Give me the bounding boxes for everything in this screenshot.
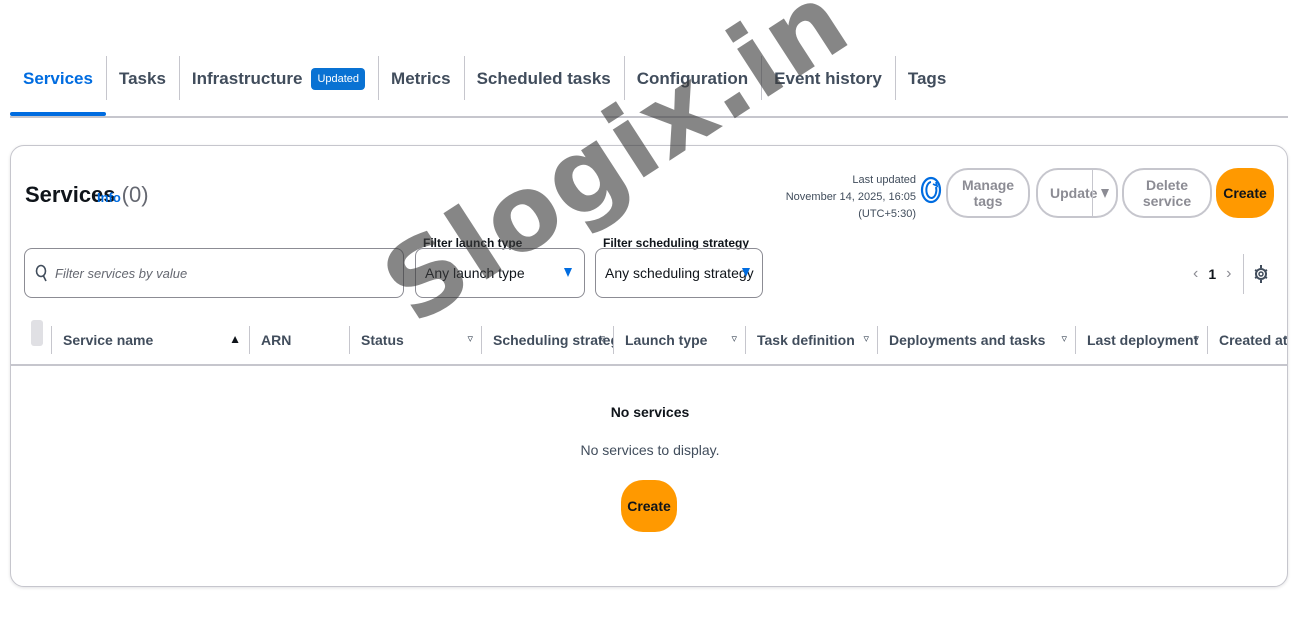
refresh-icon [920, 176, 942, 204]
sort-icon: ▿ [731, 333, 737, 345]
tab-scheduled-tasks[interactable]: Scheduled tasks [463, 50, 624, 108]
tab-infrastructure-label: Infrastructure [191, 69, 303, 88]
search-input[interactable] [55, 265, 375, 281]
next-page-icon[interactable]: › [1226, 265, 1231, 283]
scheduling-strategy-value: Any scheduling strategy [605, 265, 754, 281]
create-button[interactable]: Create [1216, 168, 1274, 218]
table-header: Service name ▲ ARN Status ▿ Scheduling s… [11, 314, 1288, 366]
sort-icon: ▿ [1285, 332, 1287, 345]
previous-page-icon[interactable]: ‹ [1193, 265, 1198, 283]
service-count: (0) [121, 182, 149, 207]
column-launch-type[interactable]: Launch type ▿ [613, 314, 745, 366]
column-label: Last deployment [1087, 332, 1199, 348]
column-label: Deployments and tasks [889, 332, 1046, 348]
column-label: ARN [261, 332, 292, 348]
empty-state-create-button[interactable]: Create [621, 480, 677, 532]
gear-icon [1255, 265, 1268, 283]
search-icon [35, 264, 47, 282]
sort-icon: ▿ [1193, 333, 1199, 345]
last-updated-label: Last updated [852, 174, 916, 186]
current-page[interactable]: 1 [1208, 266, 1216, 282]
column-label: Service name [63, 332, 154, 348]
tab-services[interactable]: Services [10, 50, 106, 116]
column-label: Scheduling strategy [493, 332, 613, 348]
column-created-at[interactable]: Created at ▿ [1207, 314, 1288, 366]
tab-metrics[interactable]: Metrics [378, 50, 464, 108]
panel-title: Services (0) [25, 182, 149, 208]
column-service-name[interactable]: Service name ▲ [51, 314, 249, 366]
last-updated-value: November 14, 2025, 16:05 (UTC+5:30) [785, 191, 916, 220]
tab-tasks-label: Tasks [118, 69, 166, 88]
tab-configuration[interactable]: Configuration [623, 50, 761, 108]
updated-badge: Updated [311, 68, 366, 90]
delete-service-button[interactable]: Delete service [1122, 168, 1212, 218]
sort-icon: ▿ [1061, 333, 1067, 345]
refresh-button[interactable] [919, 170, 943, 210]
empty-state-description: No services to display. [580, 442, 720, 458]
tab-bar: Services Tasks Infrastructure Updated Met… [10, 44, 1288, 118]
sort-icon: ▿ [599, 333, 605, 345]
launch-type-value: Any launch type [425, 265, 525, 281]
caret-down-icon [742, 268, 750, 277]
tab-event-history-label: Event history [774, 69, 882, 88]
info-link[interactable]: Info [97, 190, 121, 205]
tab-scheduled-tasks-label: Scheduled tasks [476, 69, 611, 88]
launch-type-select[interactable]: Any launch type [415, 248, 585, 298]
column-label: Task definition [757, 332, 855, 348]
column-task-definition[interactable]: Task definition ▿ [745, 314, 877, 366]
services-container: Services (0) Info Last updated November … [10, 145, 1288, 587]
caret-down-icon [564, 268, 572, 277]
empty-state-title: No services [610, 404, 690, 420]
sort-ascending-icon: ▲ [229, 332, 241, 346]
ecs-cluster-page: Services Tasks Infrastructure Updated Met… [0, 0, 1300, 630]
update-button[interactable]: Update [1036, 168, 1118, 218]
column-deployments-and-tasks[interactable]: Deployments and tasks ▿ [877, 314, 1075, 366]
manage-tags-button[interactable]: Manage tags [946, 168, 1030, 218]
column-arn: ARN [249, 314, 349, 366]
column-scheduling-strategy[interactable]: Scheduling strategy ▿ [481, 314, 613, 366]
tab-configuration-label: Configuration [636, 69, 749, 88]
tab-tags-label: Tags [907, 69, 947, 88]
pagination: ‹ 1 › [1193, 254, 1268, 294]
scheduling-strategy-select[interactable]: Any scheduling strategy [595, 248, 763, 298]
update-dropdown-toggle[interactable] [1092, 170, 1116, 216]
update-button-label: Update [1050, 185, 1098, 201]
column-label: Created at [1219, 332, 1288, 348]
tab-metrics-label: Metrics [391, 69, 451, 88]
launch-type-filter: Filter launch type Any launch type [415, 236, 585, 298]
column-label: Launch type [625, 332, 708, 348]
last-updated: Last updated November 14, 2025, 16:05 (U… [731, 172, 916, 223]
tab-infrastructure[interactable]: Infrastructure Updated [178, 50, 378, 108]
caret-down-icon [1100, 188, 1109, 198]
tab-tasks[interactable]: Tasks [105, 50, 179, 108]
search-field[interactable] [24, 248, 404, 298]
column-label: Status [361, 332, 404, 348]
preferences-button[interactable] [1254, 263, 1268, 285]
pagination-divider [1243, 254, 1245, 294]
column-status[interactable]: Status ▿ [349, 314, 481, 366]
column-last-deployment[interactable]: Last deployment ▿ [1075, 314, 1207, 366]
sort-icon: ▿ [863, 333, 869, 345]
sort-icon: ▿ [467, 333, 473, 345]
tab-services-label: Services [23, 69, 93, 88]
scheduling-strategy-filter: Filter scheduling strategy Any schedulin… [595, 236, 763, 298]
tab-tags[interactable]: Tags [894, 50, 959, 108]
tab-event-history[interactable]: Event history [761, 50, 895, 108]
